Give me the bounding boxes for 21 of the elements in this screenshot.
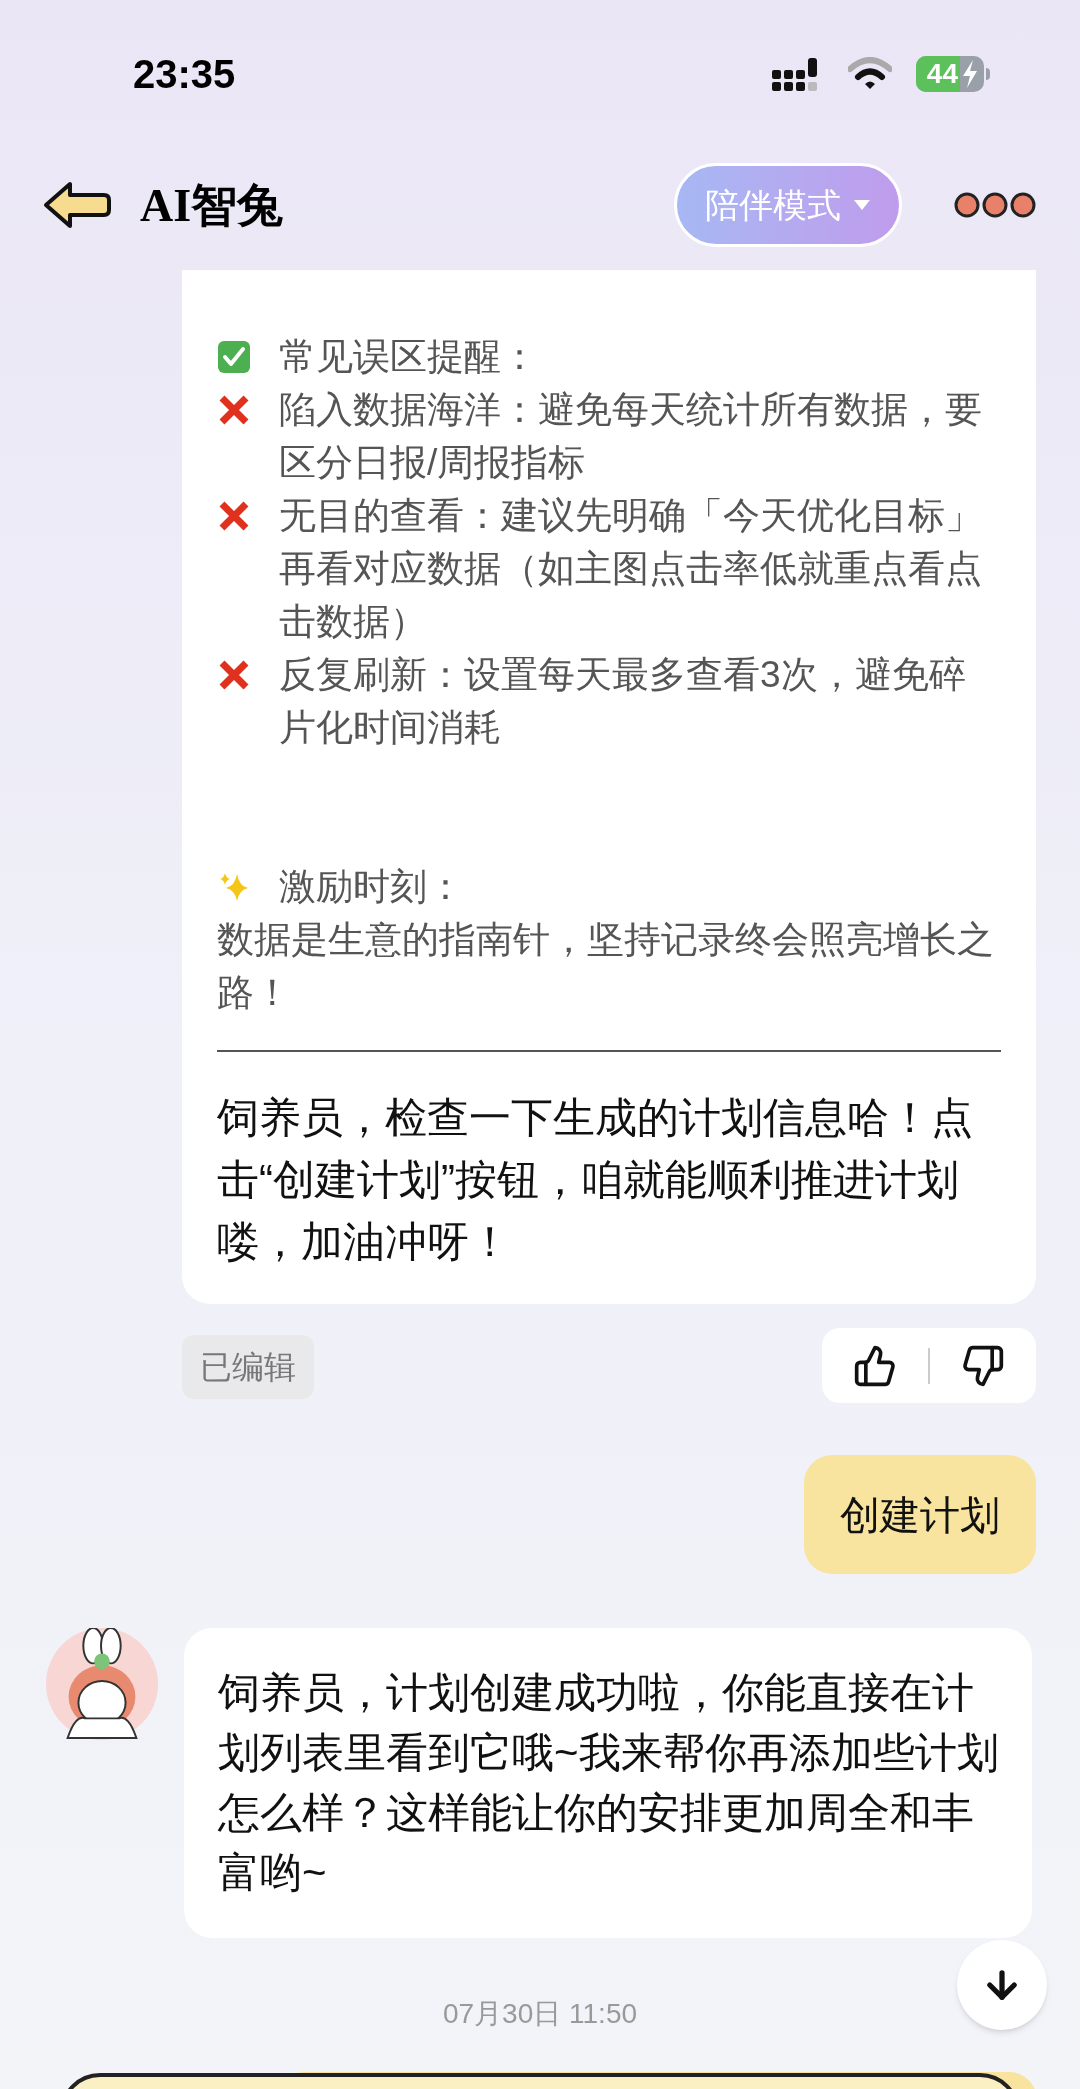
edited-tag: 已编辑 (182, 1335, 314, 1399)
page-title: AI智兔 (140, 178, 284, 233)
status-time: 23:35 (133, 51, 236, 98)
tip-text: 常见误区提醒： (279, 335, 538, 379)
wifi-icon (848, 57, 892, 91)
more-icon[interactable] (952, 190, 1038, 220)
tip-text: 无目的查看：建议先明确「今天优化目标」再看对应数据（如主图点击率低就重点看点击数据） (279, 494, 983, 644)
tip-text: 陷入数据海洋：避免每天统计所有数据，要区分日报/周报指标 (279, 388, 983, 485)
back-arrow-icon[interactable] (42, 180, 112, 230)
thumbs-up-icon (853, 1343, 897, 1388)
thumbs-down-icon (961, 1343, 1005, 1388)
timestamp: 07月30日 11:50 (442, 1997, 638, 2031)
bot-message: 饲养员，计划创建成功啦，你能直接在计划列表里看到它哦~我来帮你再添加些计划怎么样？这样能让你的安排更加周全和丰富哟~ (184, 1628, 1032, 1938)
tip-text: 反复刷新：设置每天最多查看3次，避免碎片化时间消耗 (279, 653, 967, 750)
message-text: 饲养员，检查一下生成的计划信息哈！点击“创建计划”按钮，咱就能顺利推进计划喽，加油冲呀！ (217, 1093, 974, 1267)
tip-text: 激励时刻： (279, 865, 464, 909)
tip-text: 数据是生意的指南针，坚持记录终会照亮增长之路！ (217, 918, 995, 1015)
user-message: 创建计划 (804, 1455, 1036, 1574)
check-icon (217, 339, 251, 374)
mode-dropdown[interactable]: 陪伴模式 (674, 163, 902, 247)
caret-icon (853, 199, 871, 211)
